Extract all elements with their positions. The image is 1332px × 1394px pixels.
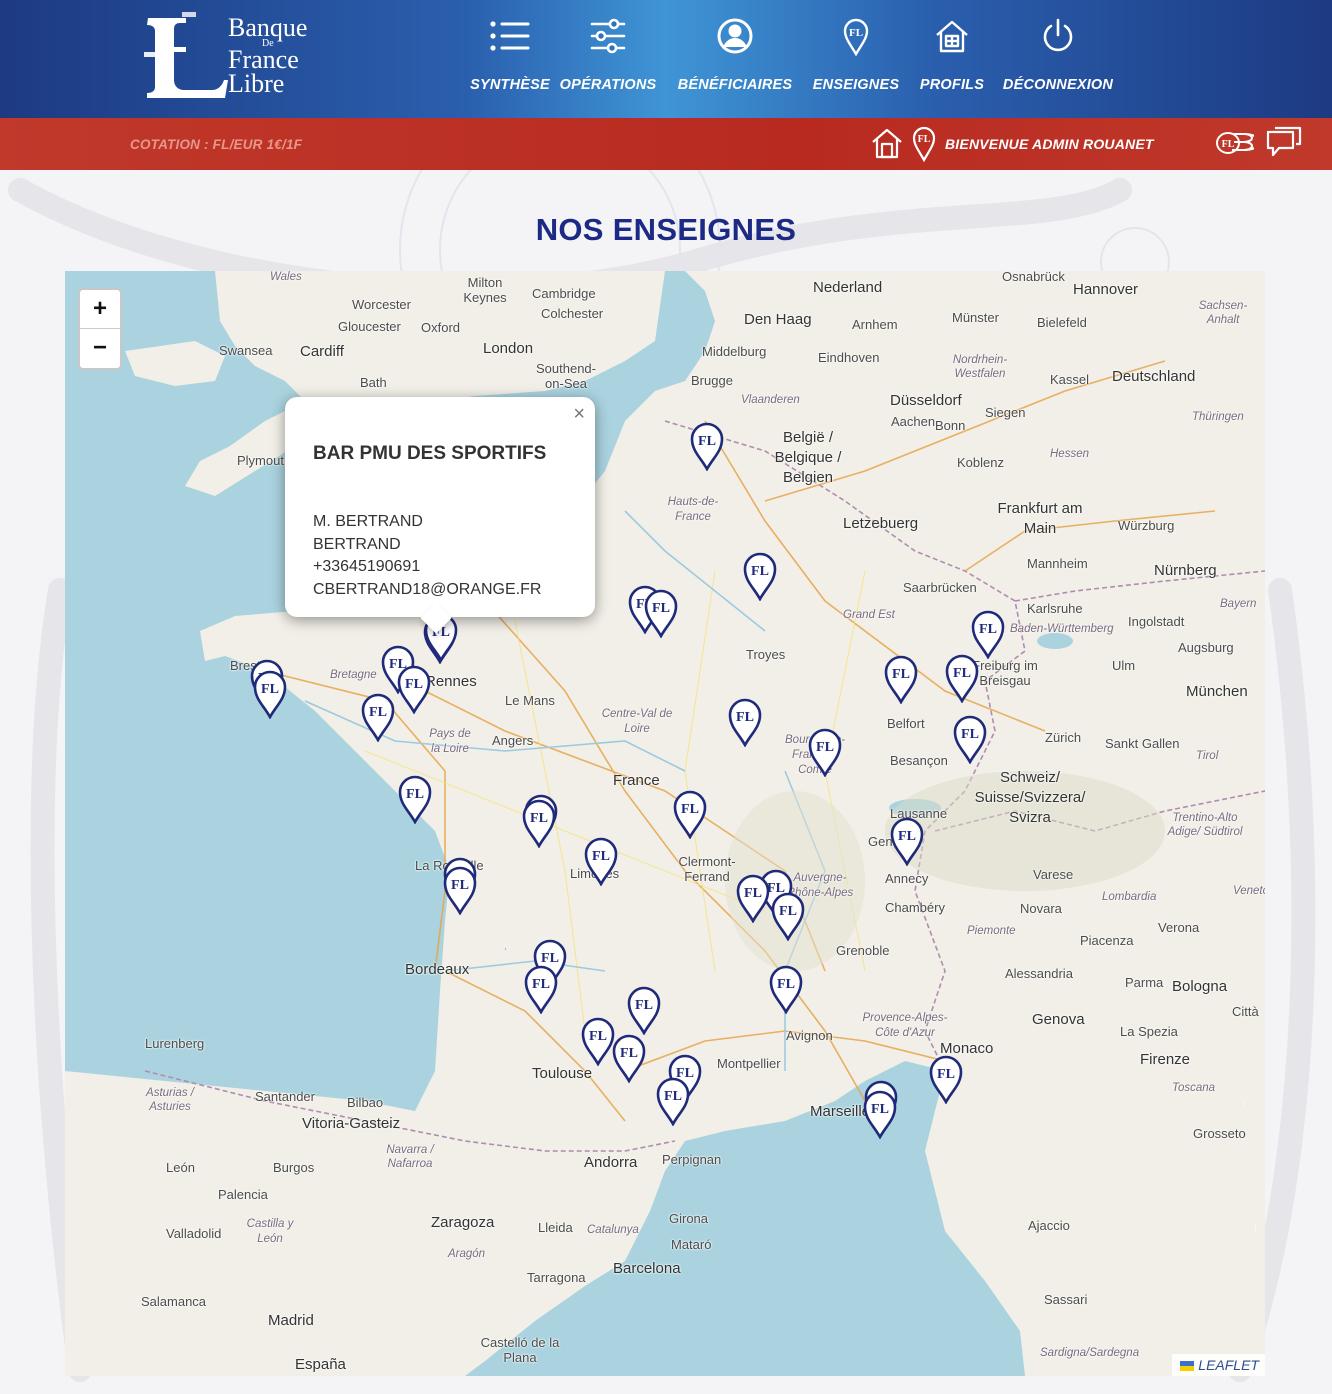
top-header: Banque De France Libre SYNTHÈSE OPÉRATIO… bbox=[0, 0, 1332, 118]
house-icon[interactable] bbox=[870, 125, 904, 161]
brand-name: Banque De France Libre bbox=[228, 13, 308, 98]
nav-label: ENSEIGNES bbox=[812, 77, 900, 93]
store-marker[interactable] bbox=[360, 692, 396, 742]
store-marker[interactable] bbox=[252, 669, 288, 719]
store-marker[interactable] bbox=[397, 774, 433, 824]
store-owner-name: BERTRAND bbox=[313, 535, 401, 553]
fl-monogram-icon bbox=[144, 12, 228, 98]
store-marker[interactable] bbox=[672, 789, 708, 839]
store-email: CBERTRAND18@ORANGE.FR bbox=[313, 580, 542, 598]
store-marker[interactable] bbox=[970, 609, 1006, 659]
store-marker[interactable] bbox=[611, 1033, 647, 1083]
nav-synthese[interactable]: SYNTHÈSE bbox=[460, 16, 560, 102]
zoom-control: + − bbox=[78, 288, 122, 370]
store-marker[interactable] bbox=[521, 798, 557, 848]
store-marker[interactable] bbox=[944, 653, 980, 703]
nav-operations[interactable]: OPÉRATIONS bbox=[558, 16, 658, 102]
store-marker[interactable] bbox=[742, 551, 778, 601]
house-icon bbox=[936, 20, 968, 53]
stores-map[interactable]: Wales Milton Keynes Cambridge Colchester… bbox=[65, 271, 1265, 1376]
nav-label: OPÉRATIONS bbox=[559, 77, 657, 93]
map-tiles bbox=[65, 271, 1265, 1376]
cotation-text: COTATION : FL/EUR 1€/1F bbox=[130, 137, 303, 152]
zoom-in-button[interactable]: + bbox=[80, 290, 120, 329]
attribution-link[interactable]: LEAFLET bbox=[1198, 1357, 1259, 1373]
store-details: M. BERTRAND BERTRAND +33645190691 CBERTR… bbox=[313, 511, 541, 601]
store-marker[interactable] bbox=[442, 865, 478, 915]
power-icon bbox=[1043, 18, 1073, 52]
store-marker[interactable] bbox=[862, 1089, 898, 1139]
nav-label: BÉNÉFICIAIRES bbox=[677, 77, 793, 93]
nav-label: SYNTHÈSE bbox=[470, 77, 550, 93]
store-marker[interactable] bbox=[770, 891, 806, 941]
ukraine-flag-icon bbox=[1180, 1361, 1195, 1371]
nav-profils[interactable]: PROFILS bbox=[902, 16, 1002, 102]
svg-text:FL: FL bbox=[918, 134, 931, 145]
store-contact: M. BERTRAND bbox=[313, 513, 423, 530]
store-marker[interactable] bbox=[889, 816, 925, 866]
store-marker[interactable] bbox=[928, 1054, 964, 1104]
store-marker[interactable] bbox=[768, 964, 804, 1014]
store-name: BAR PMU DES SPORTIFS bbox=[313, 443, 547, 464]
map-pin-icon[interactable]: FL bbox=[910, 124, 938, 162]
svg-text:FL: FL bbox=[849, 27, 863, 39]
nav-label: PROFILS bbox=[919, 77, 985, 93]
store-marker[interactable] bbox=[523, 964, 559, 1014]
sliders-icon bbox=[590, 18, 626, 54]
brand-line: Libre bbox=[228, 69, 285, 98]
coins-icon[interactable]: FL bbox=[1214, 128, 1254, 158]
zoom-out-button[interactable]: − bbox=[80, 329, 120, 368]
store-marker[interactable] bbox=[807, 727, 843, 777]
list-icon bbox=[490, 21, 530, 51]
brand-line: Banque bbox=[228, 13, 308, 42]
map-attribution[interactable]: LEAFLET bbox=[1172, 1354, 1265, 1376]
map-pin-icon: FL bbox=[843, 18, 869, 56]
brand-logo[interactable]: Banque De France Libre bbox=[140, 12, 320, 104]
store-popup: × BAR PMU DES SPORTIFS M. BERTRAND BERTR… bbox=[285, 397, 595, 617]
nav-enseignes[interactable]: FL ENSEIGNES bbox=[806, 16, 906, 102]
store-marker[interactable] bbox=[396, 664, 432, 714]
chat-icon[interactable] bbox=[1265, 126, 1303, 160]
page-title: NOS ENSEIGNES bbox=[535, 212, 797, 247]
sub-header-bar: COTATION : FL/EUR 1€/1F FL BIENVENUE ADM… bbox=[0, 118, 1332, 170]
store-marker[interactable] bbox=[655, 1076, 691, 1126]
user-circle-icon bbox=[717, 18, 753, 54]
welcome-text: BIENVENUE ADMIN ROUANET bbox=[945, 136, 1154, 152]
store-marker[interactable] bbox=[727, 697, 763, 747]
store-marker[interactable] bbox=[735, 873, 771, 923]
store-marker[interactable] bbox=[883, 654, 919, 704]
store-marker[interactable] bbox=[952, 714, 988, 764]
store-marker[interactable] bbox=[626, 985, 662, 1035]
popup-close-button[interactable]: × bbox=[573, 403, 585, 426]
store-marker[interactable] bbox=[583, 836, 619, 886]
store-marker[interactable] bbox=[689, 421, 725, 471]
store-phone: +33645190691 bbox=[313, 558, 421, 575]
store-marker[interactable] bbox=[643, 588, 679, 638]
nav-deconnexion[interactable]: DÉCONNEXION bbox=[1003, 16, 1113, 102]
svg-text:FL: FL bbox=[1222, 139, 1235, 150]
nav-beneficiaires[interactable]: BÉNÉFICIAIRES bbox=[678, 16, 792, 102]
nav-label: DÉCONNEXION bbox=[1002, 77, 1114, 93]
